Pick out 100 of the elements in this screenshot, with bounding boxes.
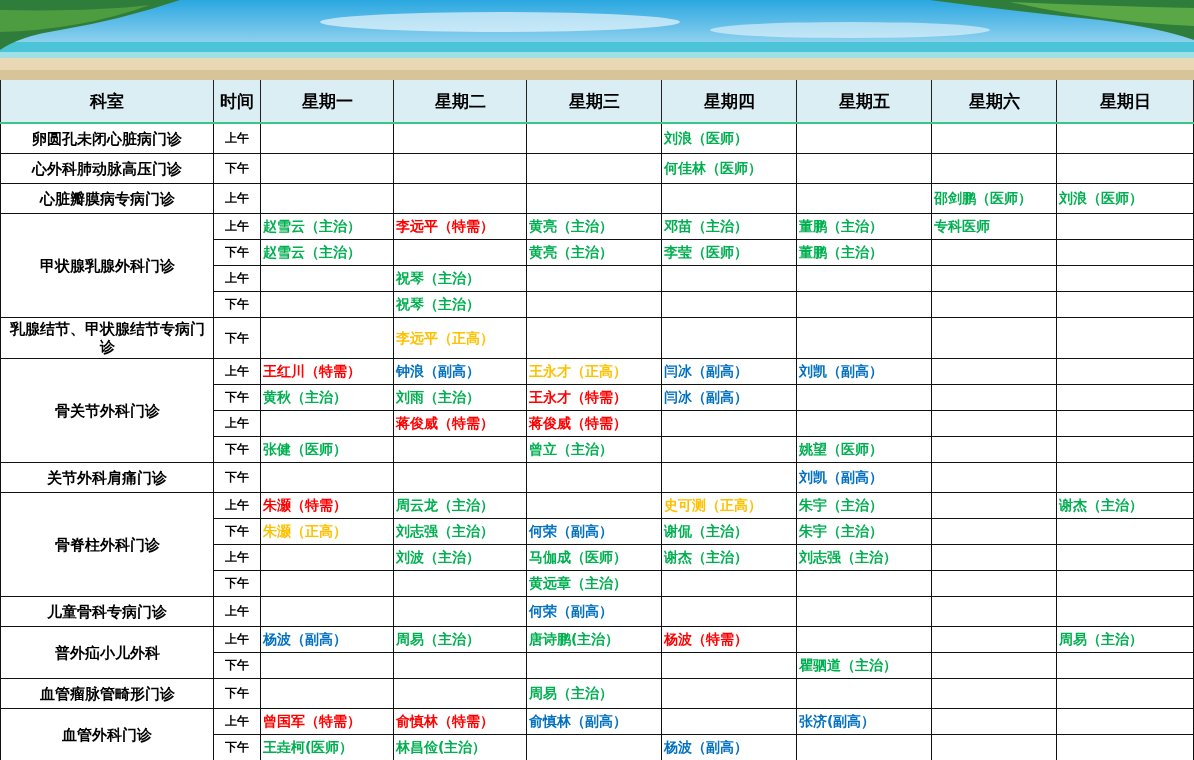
doctor-cell: 何荣（副高） xyxy=(526,596,662,627)
column-header: 星期二 xyxy=(393,80,527,123)
doctor-cell: 闫冰（副高） xyxy=(661,358,797,385)
department-cell: 普外疝小儿外科 xyxy=(0,626,214,679)
doctor-cell: 王永才（正高） xyxy=(526,358,662,385)
time-cell: 上午 xyxy=(213,492,261,519)
time-cell: 下午 xyxy=(213,153,261,184)
time-cell: 下午 xyxy=(213,518,261,545)
doctor-cell: 周云龙（主治） xyxy=(393,492,527,519)
doctor-cell: 俞慎林（特需） xyxy=(393,708,527,735)
doctor-cell: 林昌俭(主治） xyxy=(393,734,527,760)
time-cell: 下午 xyxy=(213,462,261,493)
time-cell: 下午 xyxy=(213,678,261,709)
doctor-cell: 刘志强（主治） xyxy=(796,544,932,571)
doctor-cell: 谢侃（主治） xyxy=(661,518,797,545)
time-cell: 上午 xyxy=(213,213,261,240)
department-cell: 乳腺结节、甲状腺结节专病门诊 xyxy=(0,317,214,359)
time-cell: 上午 xyxy=(213,410,261,437)
column-header: 星期日 xyxy=(1056,80,1194,123)
doctor-cell: 刘凯（副高） xyxy=(796,358,932,385)
doctor-cell: 朱灏（正高） xyxy=(260,518,394,545)
time-cell: 下午 xyxy=(213,384,261,411)
doctor-cell: 李远平（特需） xyxy=(393,213,527,240)
doctor-cell: 史可测（正高） xyxy=(661,492,797,519)
department-cell: 骨关节外科门诊 xyxy=(0,358,214,463)
time-cell: 下午 xyxy=(213,291,261,318)
doctor-cell: 谢杰（主治） xyxy=(1056,492,1194,519)
doctor-cell: 专科医师 xyxy=(931,213,1057,240)
doctor-cell: 祝琴（主治） xyxy=(393,265,527,292)
doctor-cell: 杨波（副高） xyxy=(661,734,797,760)
doctor-cell: 祝琴（主治） xyxy=(393,291,527,318)
department-cell: 儿童骨科专病门诊 xyxy=(0,596,214,627)
column-header: 星期一 xyxy=(260,80,394,123)
doctor-cell: 刘波（主治） xyxy=(393,544,527,571)
doctor-cell: 董鹏（主治） xyxy=(796,213,932,240)
department-cell: 血管外科门诊 xyxy=(0,708,214,760)
column-header: 星期四 xyxy=(661,80,797,123)
doctor-cell: 何佳林（医师） xyxy=(661,153,797,184)
doctor-cell: 何荣（副高） xyxy=(526,518,662,545)
time-cell: 上午 xyxy=(213,183,261,214)
doctor-cell: 朱灏（特需） xyxy=(260,492,394,519)
doctor-cell: 杨波（副高） xyxy=(260,626,394,653)
doctor-cell: 周易（主治） xyxy=(1056,626,1194,653)
doctor-cell: 王红川（特需） xyxy=(260,358,394,385)
column-header: 科室 xyxy=(0,80,214,123)
doctor-cell: 董鹏（主治） xyxy=(796,239,932,266)
column-header: 星期五 xyxy=(796,80,932,123)
time-cell: 上午 xyxy=(213,596,261,627)
doctor-cell: 李远平（正高） xyxy=(393,317,527,359)
doctor-cell: 闫冰（副高） xyxy=(661,384,797,411)
doctor-cell: 唐诗鹏(主治） xyxy=(526,626,662,653)
time-cell: 下午 xyxy=(213,570,261,597)
doctor-cell: 王永才（特需） xyxy=(526,384,662,411)
doctor-cell: 张济(副高） xyxy=(796,708,932,735)
time-cell: 下午 xyxy=(213,436,261,463)
department-cell: 血管瘤脉管畸形门诊 xyxy=(0,678,214,709)
time-cell: 下午 xyxy=(213,239,261,266)
doctor-cell: 黄秋（主治） xyxy=(260,384,394,411)
doctor-cell: 俞慎林（副高） xyxy=(526,708,662,735)
doctor-cell: 朱宇（主治） xyxy=(796,492,932,519)
doctor-cell: 赵雪云（主治） xyxy=(260,239,394,266)
time-cell: 上午 xyxy=(213,626,261,653)
department-cell: 骨脊柱外科门诊 xyxy=(0,492,214,597)
column-header: 时间 xyxy=(213,80,261,123)
column-header: 星期三 xyxy=(526,80,662,123)
doctor-cell: 马伽成（医师） xyxy=(526,544,662,571)
time-cell: 上午 xyxy=(213,358,261,385)
doctor-cell: 朱宇（主治） xyxy=(796,518,932,545)
doctor-cell: 蒋俊威（特需） xyxy=(526,410,662,437)
doctor-cell: 周易（主治） xyxy=(526,678,662,709)
time-cell: 上午 xyxy=(213,123,261,154)
time-cell: 上午 xyxy=(213,708,261,735)
department-cell: 卵圆孔未闭心脏病门诊 xyxy=(0,123,214,154)
doctor-cell: 蒋俊威（特需） xyxy=(393,410,527,437)
doctor-cell: 曾国军（特需） xyxy=(260,708,394,735)
doctor-cell: 瞿驷道（主治） xyxy=(796,652,932,679)
department-cell: 关节外科肩痛门诊 xyxy=(0,462,214,493)
doctor-cell: 黄亮（主治） xyxy=(526,213,662,240)
time-cell: 上午 xyxy=(213,544,261,571)
time-cell: 上午 xyxy=(213,265,261,292)
doctor-cell: 刘浪（医师） xyxy=(1056,183,1194,214)
doctor-cell: 邵剑鹏（医师） xyxy=(931,183,1057,214)
department-cell: 甲状腺乳腺外科门诊 xyxy=(0,213,214,318)
doctor-cell: 刘浪（医师） xyxy=(661,123,797,154)
department-cell: 心脏瓣膜病专病门诊 xyxy=(0,183,214,214)
doctor-cell: 刘志强（主治） xyxy=(393,518,527,545)
time-cell: 下午 xyxy=(213,317,261,359)
column-header: 星期六 xyxy=(931,80,1057,123)
doctor-cell: 王垚柯(医师） xyxy=(260,734,394,760)
doctor-cell: 赵雪云（主治） xyxy=(260,213,394,240)
doctor-cell: 张健（医师） xyxy=(260,436,394,463)
doctor-cell: 谢杰（主治） xyxy=(661,544,797,571)
doctor-cell: 黄远章（主治） xyxy=(526,570,662,597)
time-cell: 下午 xyxy=(213,652,261,679)
doctor-cell: 钟浪（副高） xyxy=(393,358,527,385)
doctor-cell: 杨波（特需） xyxy=(661,626,797,653)
doctor-cell: 周易（主治） xyxy=(393,626,527,653)
doctor-cell: 刘雨（主治） xyxy=(393,384,527,411)
doctor-cell: 刘凯（副高） xyxy=(796,462,932,493)
doctor-cell: 曾立（主治） xyxy=(526,436,662,463)
